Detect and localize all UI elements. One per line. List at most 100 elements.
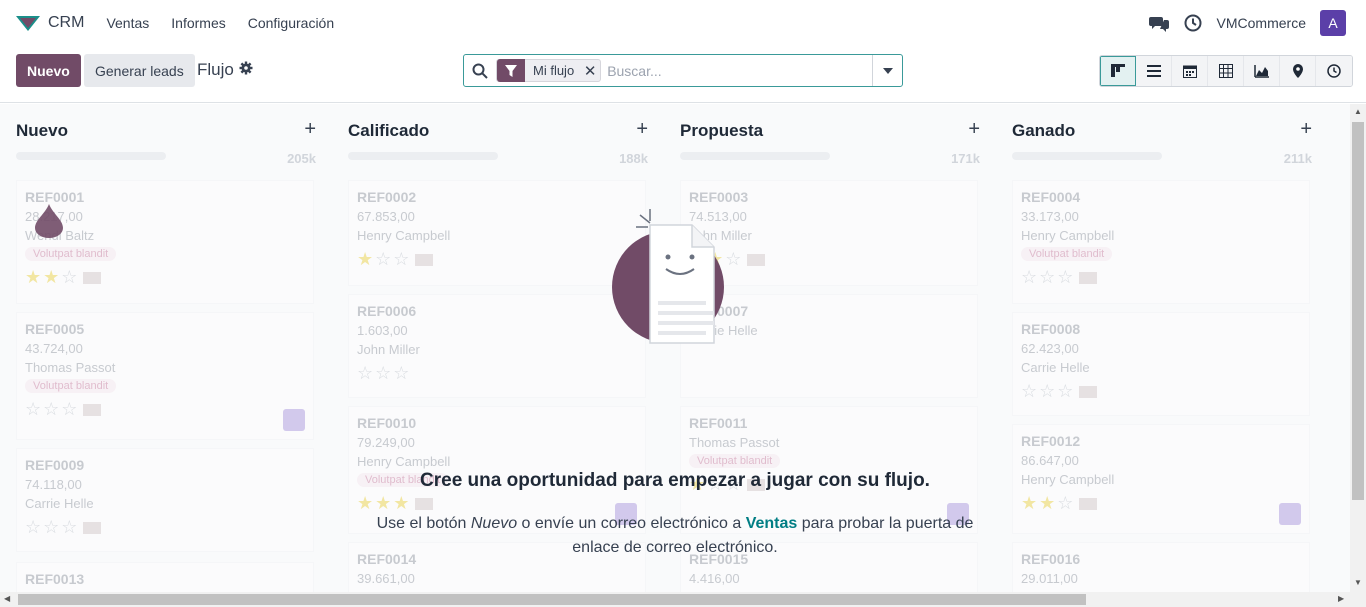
card-amount: 28.217,00 xyxy=(25,209,305,224)
card-person: John Miller xyxy=(357,342,420,357)
tip-drop-icon xyxy=(35,204,63,238)
menu-informes[interactable]: Informes xyxy=(171,15,225,31)
card-ref: REF0013 xyxy=(25,571,85,587)
column-total: 171k xyxy=(951,151,980,166)
card-person: Thomas Passot xyxy=(689,435,780,450)
vertical-scrollbar[interactable]: ▲ ▼ xyxy=(1350,104,1366,592)
helper-text: o envíe un correo electrónico a xyxy=(517,515,746,532)
close-icon[interactable]: ✕ xyxy=(580,62,600,80)
new-button[interactable]: Nuevo xyxy=(16,54,81,87)
priority-stars[interactable]: ☆☆☆ xyxy=(1021,381,1301,402)
priority-stars[interactable]: ★★☆ xyxy=(25,267,305,288)
scroll-left-icon[interactable]: ◀ xyxy=(4,594,10,603)
card-ref: REF0002 xyxy=(357,189,417,205)
scroll-up-icon[interactable]: ▲ xyxy=(1354,107,1362,116)
map-pin-icon[interactable] xyxy=(1280,56,1316,86)
priority-stars[interactable]: ☆☆☆ xyxy=(25,517,305,538)
user-avatar[interactable]: A xyxy=(1320,10,1346,36)
company-name[interactable]: VMCommerce xyxy=(1217,15,1306,31)
ventas-link[interactable]: Ventas xyxy=(746,515,798,532)
card-ref: REF0012 xyxy=(1021,433,1081,449)
activity-icon[interactable] xyxy=(1316,56,1352,86)
generate-leads-button[interactable]: Generar leads xyxy=(84,54,195,87)
control-panel: Nuevo Generar leads Flujo Mi flujo ✕ xyxy=(0,46,1366,103)
kanban-column: Ganado + 211k REF0004 33.173,00 Henry Ca… xyxy=(1012,104,1312,592)
card-ref: REF0011 xyxy=(689,415,748,431)
card-person: Henry Campbell xyxy=(1021,472,1115,487)
calendar-icon[interactable] xyxy=(1172,56,1208,86)
menu-ventas[interactable]: Ventas xyxy=(106,15,149,31)
graph-icon[interactable] xyxy=(1244,56,1280,86)
progress-bar[interactable] xyxy=(348,152,498,160)
column-total: 205k xyxy=(287,151,316,166)
progress-bar[interactable] xyxy=(16,152,166,160)
clock-icon[interactable] xyxy=(1183,13,1203,33)
card-person: Carrie Helle xyxy=(25,496,94,511)
card-ref: REF0010 xyxy=(357,415,417,431)
card-amount: 29.011,00 xyxy=(1021,571,1078,586)
chat-icon[interactable] xyxy=(1148,13,1169,33)
column-title[interactable]: Calificado xyxy=(348,121,429,141)
kanban-card[interactable]: REF0006 1.603,00 John Miller ☆☆☆ xyxy=(348,294,646,398)
crm-logo-icon[interactable] xyxy=(16,14,40,32)
kanban-card[interactable]: REF0008 62.423,00 Carrie Helle ☆☆☆ xyxy=(1012,312,1310,416)
add-icon[interactable]: + xyxy=(968,118,980,141)
add-icon[interactable]: + xyxy=(636,118,648,141)
kanban-card[interactable]: REF0009 74.118,00 Carrie Helle ☆☆☆ xyxy=(16,448,314,552)
kanban-card[interactable]: REF0016 29.011,00 xyxy=(1012,542,1310,592)
card-person: Henry Campbell xyxy=(357,228,451,243)
breadcrumb: Flujo xyxy=(197,60,253,80)
avatar xyxy=(1279,503,1301,525)
priority-stars[interactable]: ★☆☆ xyxy=(357,249,637,270)
card-amount: 4.416,00 xyxy=(689,571,740,586)
column-title[interactable]: Ganado xyxy=(1012,121,1075,141)
add-icon[interactable]: + xyxy=(304,118,316,141)
scroll-right-icon[interactable]: ▶ xyxy=(1338,594,1344,603)
horizontal-scrollbar[interactable]: ◀ ▶ xyxy=(0,592,1366,607)
kanban-card[interactable]: REF0005 43.724,00 Thomas Passot Volutpat… xyxy=(16,312,314,440)
search-input[interactable] xyxy=(605,55,872,86)
kanban-card[interactable]: REF0004 33.173,00 Henry Campbell Volutpa… xyxy=(1012,180,1310,304)
card-amount: 43.724,00 xyxy=(25,341,83,356)
priority-stars[interactable]: ★★☆ xyxy=(1021,493,1301,514)
scroll-thumb[interactable] xyxy=(18,594,1086,605)
kanban-card[interactable]: REF0012 86.647,00 Henry Campbell ★★☆ xyxy=(1012,424,1310,534)
scroll-down-icon[interactable]: ▼ xyxy=(1354,578,1362,587)
top-navbar: CRM Ventas Informes Configuración VMComm… xyxy=(0,0,1366,46)
card-tag: Volutpat blandit xyxy=(25,379,117,393)
card-amount: 67.853,00 xyxy=(357,209,415,224)
view-switcher xyxy=(1099,55,1353,87)
priority-stars[interactable]: ☆☆☆ xyxy=(25,399,305,420)
card-amount: 79.249,00 xyxy=(357,435,415,450)
menu-configuracion[interactable]: Configuración xyxy=(248,15,334,31)
pivot-icon[interactable] xyxy=(1208,56,1244,86)
kanban-icon[interactable] xyxy=(1100,56,1136,86)
card-person: Henry Campbell xyxy=(1021,228,1115,243)
list-icon[interactable] xyxy=(1136,56,1172,86)
column-title[interactable]: Propuesta xyxy=(680,121,763,141)
kanban-card[interactable]: REF0001 28.217,00 Wendi Baltz Volutpat b… xyxy=(16,180,314,304)
card-amount: 39.661,00 xyxy=(357,571,415,586)
search-icon[interactable] xyxy=(464,63,496,79)
progress-bar[interactable] xyxy=(680,152,830,160)
card-ref: REF0006 xyxy=(357,303,417,319)
priority-stars[interactable]: ★★★ xyxy=(357,493,637,514)
progress-bar[interactable] xyxy=(1012,152,1162,160)
card-amount: 86.647,00 xyxy=(1021,453,1079,468)
card-ref: REF0016 xyxy=(1021,551,1081,567)
priority-stars[interactable]: ☆☆☆ xyxy=(1021,267,1301,288)
card-ref: REF0001 xyxy=(25,189,85,205)
add-icon[interactable]: + xyxy=(1300,118,1312,141)
column-total: 211k xyxy=(1283,151,1312,166)
column-title[interactable]: Nuevo xyxy=(16,121,68,141)
app-name[interactable]: CRM xyxy=(48,14,84,32)
card-ref: REF0009 xyxy=(25,457,85,473)
kanban-card[interactable]: REF0013 xyxy=(16,562,314,592)
kanban-card[interactable]: REF0002 67.853,00 Henry Campbell ★☆☆ xyxy=(348,180,646,286)
caret-down-icon[interactable] xyxy=(872,55,902,86)
priority-stars[interactable]: ☆☆☆ xyxy=(357,363,637,384)
helper-title: Cree una oportunidad para empezar a juga… xyxy=(420,470,930,491)
scroll-thumb[interactable] xyxy=(1352,122,1364,500)
gear-icon[interactable] xyxy=(239,60,253,80)
kanban-column: Nuevo + 205k REF0001 28.217,00 Wendi Bal… xyxy=(16,104,316,592)
